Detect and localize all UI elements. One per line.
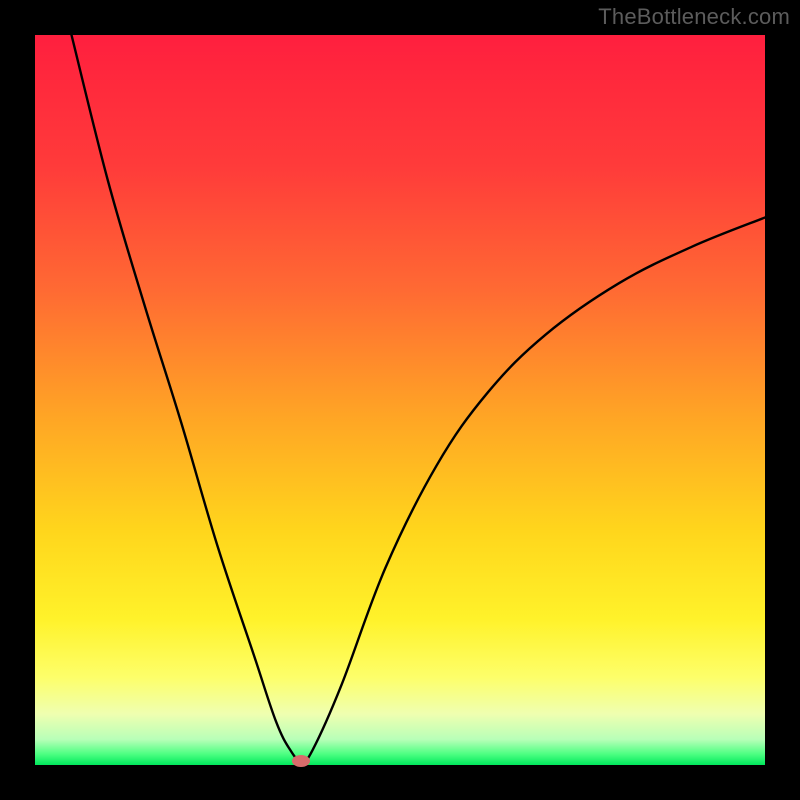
plot-area: [35, 35, 765, 765]
optimum-marker: [292, 755, 310, 767]
bottleneck-curve: [35, 35, 765, 765]
watermark-text: TheBottleneck.com: [598, 4, 790, 30]
chart-frame: TheBottleneck.com: [0, 0, 800, 800]
